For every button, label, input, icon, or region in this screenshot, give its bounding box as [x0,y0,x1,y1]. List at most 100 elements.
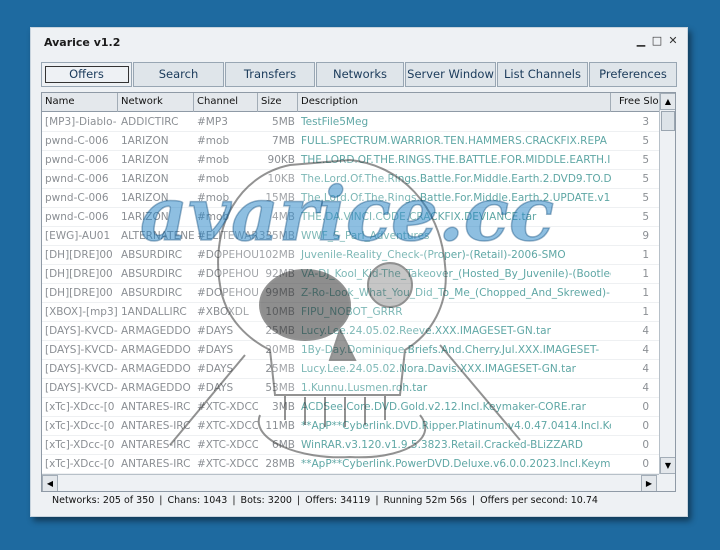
column-header-name[interactable]: Name [42,93,118,112]
status-networks: Networks: 205 of 350 [52,495,155,506]
cell-name: [xTc]-XDcc-[0 [45,439,115,451]
table-row[interactable]: [xTc]-XDcc-[0 ANTARES-IRC #XTC-XDCC 28MB **A… [42,455,659,474]
table-row[interactable]: [XBOX]-[mp3]- 1ANDALLIRC #XBOXDL 10MB FIPU_N… [42,303,659,322]
cell-name: [DAYS]-KVCD- [45,344,118,356]
table-row[interactable]: [DAYS]-KVCD- ARMAGEDDO #DAYS 25MB Lucy.Lee.2… [42,360,659,379]
cell-channel: #DAYS [197,363,234,375]
table-row[interactable]: [DAYS]-KVCD- ARMAGEDDO #DAYS 25MB Lucy.Lee.2… [42,322,659,341]
tab-transfers[interactable]: Transfers [225,62,315,87]
cell-size: 7MB [272,135,295,147]
offers-table: Name Network Channel Size Description Fr… [41,92,676,492]
table-row[interactable]: [xTc]-XDcc-[0 ANTARES-IRC #XTC-XDCC 11MB **A… [42,417,659,436]
horizontal-scrollbar[interactable]: ◀ ▶ [42,474,659,491]
cell-channel: #DAYS [197,382,234,394]
scroll-thumb[interactable] [661,111,675,131]
tab-search[interactable]: Search [133,62,224,87]
cell-size: 99MB [265,287,295,299]
cell-name: [xTc]-XDcc-[0 [45,458,115,470]
column-header-description[interactable]: Description [298,93,611,112]
cell-name: [DAYS]-KVCD- [45,363,118,375]
table-row[interactable]: pwnd-C-006 1ARIZON #mob 90KB THE.LORD.OF.THE… [42,151,659,170]
tab-offers-label: Offers [44,66,129,83]
cell-network: ARMAGEDDO [121,325,191,337]
cell-size: 10KB [267,173,295,185]
table-header: Name Network Channel Size Description Fr… [42,93,662,112]
column-header-free-slots[interactable]: Free Slo [611,93,662,112]
column-header-channel[interactable]: Channel [194,93,258,112]
table-row[interactable]: [DAYS]-KVCD- ARMAGEDDO #DAYS 53MB 1.Kunnu.Lu… [42,379,659,398]
cell-channel: #mob [197,173,230,185]
cell-free-slots: 5 [642,211,649,223]
maximize-icon[interactable]: □ [650,34,664,48]
tab-offers[interactable]: Offers [41,62,132,87]
cell-size: 92MB [265,268,295,280]
scroll-up-icon[interactable]: ▲ [660,93,675,110]
cell-free-slots: 0 [642,439,649,451]
cell-network: ABSURDIRC [121,287,183,299]
cell-size: 90KB [267,154,295,166]
cell-description: **ApP**Cyberlink.PowerDVD.Deluxe.v6.0.0.… [301,458,611,470]
cell-free-slots: 5 [642,154,649,166]
cell-network: ARMAGEDDO [121,363,191,375]
scroll-right-icon[interactable]: ▶ [641,475,657,491]
table-row[interactable]: [MP3]-Diablo- ADDICTIRC #MP3 5MB TestFile5Me… [42,113,659,132]
cell-description: Lucy.Lee.24.05.02.Nora.Davis.XXX.IMAGESE… [301,363,576,375]
cell-name: [MP3]-Diablo- [45,116,117,128]
table-row[interactable]: [DH][DRE]00 ABSURDIRC #DOPEHOU 102MB Juvenil… [42,246,659,265]
cell-description: 1By-Day.Dominique.Briefs.And.Cherry.Jul.… [301,344,600,356]
table-row[interactable]: [xTc]-XDcc-[0 ANTARES-IRC #XTC-XDCC 3MB ACDS… [42,398,659,417]
cell-name: pwnd-C-006 [45,135,109,147]
cell-size: 10MB [265,306,295,318]
cell-description: Lucy.Lee.24.05.02.Reeve.XXX.IMAGESET-GN.… [301,325,551,337]
tab-list-channels[interactable]: List Channels [497,62,588,87]
title-bar: Avarice v1.2 ▁ □ ✕ [31,28,687,58]
cell-free-slots: 4 [642,382,649,394]
cell-description: Z-Ro-Look_What_You_Did_To_Me_(Chopped_An… [301,287,610,299]
table-row[interactable]: pwnd-C-006 1ARIZON #mob 15MB The.Lord.Of.The… [42,189,659,208]
cell-description: Juvenile-Reality_Check-(Proper)-(Retail)… [301,249,566,261]
tab-networks[interactable]: Networks [316,62,404,87]
table-row[interactable]: pwnd-C-006 1ARIZON #mob 10KB The.Lord.Of.The… [42,170,659,189]
cell-description: The.Lord.Of.The.Rings.Battle.For.Middle.… [301,192,611,204]
cell-size: 53MB [265,382,295,394]
cell-network: ADDICTIRC [121,116,179,128]
close-icon[interactable]: ✕ [666,34,680,48]
cell-size: 28MB [265,458,295,470]
table-row[interactable]: pwnd-C-006 1ARIZON #mob 7MB FULL.SPECTRUM.WA… [42,132,659,151]
tab-preferences[interactable]: Preferences [589,62,677,87]
cell-name: [DH][DRE]00 [45,249,113,261]
cell-free-slots: 0 [642,420,649,432]
cell-network: ANTARES-IRC [121,458,191,470]
cell-size: 3MB [272,401,295,413]
cell-name: [DAYS]-KVCD- [45,325,118,337]
minimize-icon[interactable]: ▁ [634,34,648,48]
cell-size: 15MB [265,192,295,204]
cell-channel: #XTC-XDCC [197,420,258,432]
cell-channel: #XTC-XDCC [197,439,258,451]
table-row[interactable]: [DH][DRE]00 ABSURDIRC #DOPEHOU 92MB VA-DJ_Ko… [42,265,659,284]
cell-description: ACDSee.Core.DVD.Gold.v2.12.Incl.Keymaker… [301,401,586,413]
table-row[interactable]: [DH][DRE]00 ABSURDIRC #DOPEHOU 99MB Z-Ro-Loo… [42,284,659,303]
table-row[interactable]: [xTc]-XDcc-[0 ANTARES-IRC #XTC-XDCC 6MB WinR… [42,436,659,455]
cell-size: 5MB [272,116,295,128]
cell-network: 1ARIZON [121,173,169,185]
status-rate: Offers per second: 10.74 [480,495,598,506]
cell-channel: #ELITEWAR [197,230,258,242]
table-row[interactable]: pwnd-C-006 1ARIZON #mob 4MB THE.DA.VINCI.COD… [42,208,659,227]
cell-description: The.Lord.Of.The.Rings.Battle.For.Middle.… [301,173,611,185]
scroll-left-icon[interactable]: ◀ [42,475,58,491]
status-running: Running 52m 56s [383,495,467,506]
table-row[interactable]: [DAYS]-KVCD- ARMAGEDDO #DAYS 20MB 1By-Day.Do… [42,341,659,360]
cell-size: 6MB [272,439,295,451]
tab-server-window[interactable]: Server Window [405,62,496,87]
column-header-size[interactable]: Size [258,93,298,112]
vertical-scrollbar[interactable]: ▲ ▼ [659,93,675,474]
cell-description: FULL.SPECTRUM.WARRIOR.TEN.HAMMERS.CRACKF… [301,135,607,147]
table-row[interactable]: [EWG]-AU01 ALTERNATENE #ELITEWAR 335MB WWF_S… [42,227,659,246]
cell-free-slots: 4 [642,344,649,356]
column-header-network[interactable]: Network [118,93,194,112]
cell-channel: #DOPEHOU [197,268,258,280]
cell-network: ANTARES-IRC [121,420,191,432]
scroll-down-icon[interactable]: ▼ [660,457,675,474]
cell-network: 1ANDALLIRC [121,306,187,318]
